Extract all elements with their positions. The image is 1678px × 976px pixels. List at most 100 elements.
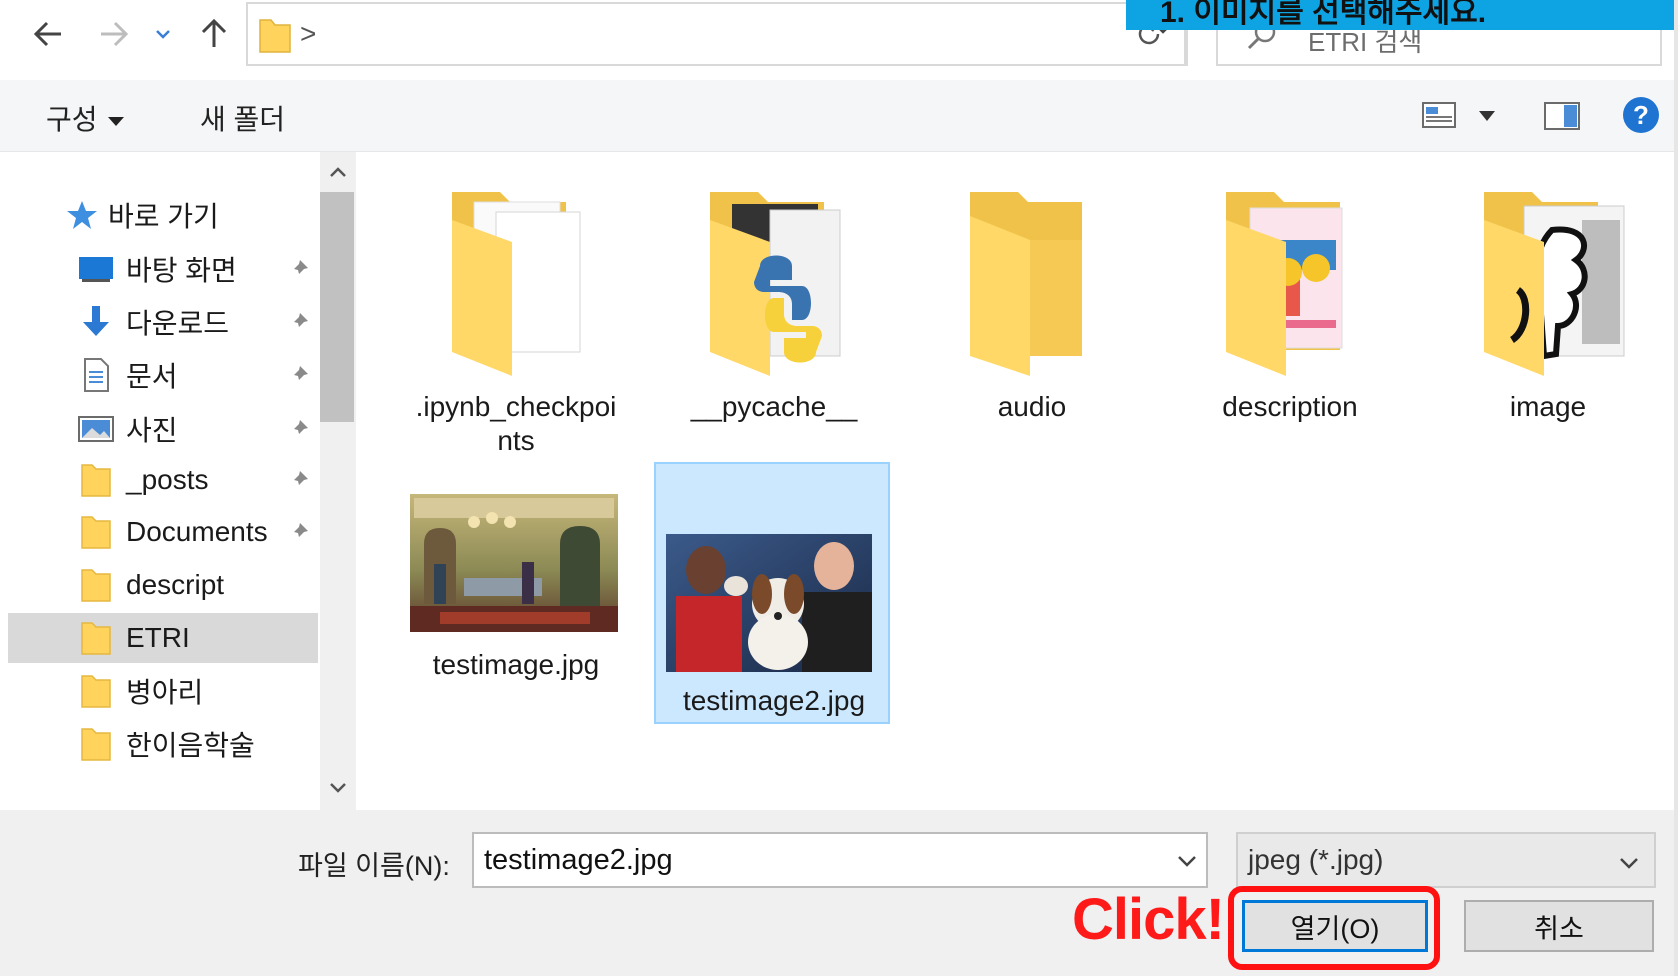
chevron-down-icon — [330, 783, 346, 793]
folder-with-images-icon — [1484, 192, 1625, 376]
file-item[interactable]: testimage.jpg — [398, 464, 634, 690]
folder-icon — [81, 675, 111, 708]
sidebar-item-label: _posts — [126, 464, 209, 495]
file-item[interactable]: audio — [914, 180, 1150, 430]
help-icon[interactable]: ? — [1622, 96, 1660, 134]
back-arrow-icon — [33, 21, 61, 47]
file-item[interactable]: __pycache__ — [656, 180, 892, 430]
instruction-banner: 1. 이미지를 선택해주세요. — [1126, 0, 1678, 30]
highlight-box — [1228, 886, 1440, 970]
cancel-button[interactable]: 취소 — [1464, 900, 1654, 952]
filetype-select[interactable]: jpeg (*.jpg) — [1236, 832, 1656, 888]
file-item[interactable]: description — [1172, 180, 1408, 430]
click-annotation-text: Click! — [1072, 887, 1225, 952]
up-button[interactable] — [194, 14, 234, 54]
scroll-down-button[interactable] — [326, 776, 350, 800]
view-dropdown-icon[interactable] — [1478, 110, 1496, 122]
sidebar-item-documents[interactable]: Documents — [0, 507, 318, 557]
sidebar-item-downloads[interactable]: 다운로드 — [0, 297, 318, 347]
organize-button[interactable]: 구성 — [46, 98, 124, 138]
forward-arrow-icon — [101, 21, 129, 47]
breadcrumb-separator[interactable]: > — [300, 18, 316, 50]
folder-icon — [81, 622, 111, 655]
folder-python-icon — [710, 192, 841, 376]
sidebar-scrollbar[interactable] — [320, 152, 356, 810]
folder-icon — [81, 569, 111, 602]
caret-down-icon — [107, 117, 124, 127]
desktop-icon — [79, 257, 113, 282]
file-view: .ipynb_checkpoi nts __pycache__ audio de… — [358, 152, 1678, 810]
sidebar-item-pictures[interactable]: 사진 — [0, 404, 318, 454]
new-folder-button[interactable]: 새 폴더 — [200, 98, 285, 138]
chevron-up-icon — [330, 167, 346, 177]
new-folder-label: 새 폴더 — [200, 104, 286, 135]
sidebar-item-chick[interactable]: 병아리 — [0, 666, 318, 716]
sidebar-item-label: descript — [126, 569, 225, 600]
sidebar-item-label: 다운로드 — [126, 308, 230, 339]
sidebar-item-etri[interactable]: ETRI — [8, 613, 318, 663]
filename-input[interactable]: testimage2.jpg — [472, 832, 1208, 888]
pin-icon[interactable] — [288, 418, 310, 440]
file-item-selected[interactable]: testimage2.jpg — [654, 462, 890, 724]
navigation-pane: 바로 가기 바탕 화면 다운로드 문서 사진 _posts Documents … — [0, 152, 358, 810]
pin-icon[interactable] — [288, 258, 310, 280]
view-options-icon[interactable] — [1422, 102, 1456, 128]
folder-icon — [259, 19, 291, 53]
pictures-icon — [78, 416, 114, 442]
chevron-down-icon — [156, 30, 170, 39]
back-button[interactable] — [28, 14, 68, 54]
download-icon — [83, 306, 109, 336]
image-thumbnail — [410, 494, 618, 632]
pin-icon[interactable] — [288, 311, 310, 333]
address-bar[interactable]: > — [246, 2, 1186, 66]
file-item[interactable]: image — [1430, 180, 1666, 430]
folder-icon — [81, 464, 111, 497]
preview-pane-icon[interactable] — [1544, 102, 1580, 130]
forward-button[interactable] — [94, 14, 134, 54]
folder-with-documents-icon — [452, 192, 581, 376]
file-name: description — [1222, 391, 1358, 422]
sidebar-item-hanium[interactable]: 한이음학술 — [0, 719, 318, 769]
file-name: testimage2.jpg — [682, 685, 866, 716]
file-name: testimage.jpg — [432, 649, 600, 680]
pin-icon[interactable] — [288, 521, 310, 543]
file-name-continued: nts — [497, 425, 535, 456]
star-icon — [67, 201, 97, 229]
scroll-up-button[interactable] — [326, 160, 350, 184]
recent-locations-button[interactable] — [148, 14, 178, 54]
chevron-down-icon — [1620, 858, 1638, 869]
scroll-thumb[interactable] — [320, 192, 354, 422]
file-name: .ipynb_checkpoi — [415, 391, 617, 422]
sidebar-item-label: ETRI — [126, 622, 190, 653]
address-row: > ETRI 검색 1. 이미지를 선택해주세요. — [0, 0, 1678, 80]
command-bar: 구성 새 폴더 ? — [0, 80, 1678, 152]
up-arrow-icon — [201, 19, 227, 47]
folder-icon — [81, 516, 111, 549]
sidebar-item-label: Documents — [126, 516, 268, 547]
file-item[interactable]: .ipynb_checkpoi nts — [398, 180, 634, 456]
sidebar-item-label: 한이음학술 — [126, 730, 255, 761]
filename-dropdown-icon[interactable] — [1176, 854, 1198, 868]
file-name: image — [1509, 391, 1587, 422]
sidebar-item-posts[interactable]: _posts — [0, 455, 318, 505]
image-thumbnail — [666, 534, 872, 672]
svg-text:?: ? — [1633, 100, 1649, 130]
organize-label: 구성 — [46, 104, 98, 135]
sidebar-item-desktop[interactable]: 바탕 화면 — [0, 244, 318, 294]
folder-icon — [81, 728, 111, 761]
pin-icon[interactable] — [288, 469, 310, 491]
pin-icon[interactable] — [288, 364, 310, 386]
window-right-edge — [1674, 0, 1678, 976]
filename-label: 파일 이름(N): — [298, 851, 450, 881]
sidebar-item-label: 사진 — [126, 415, 178, 446]
file-name: __pycache__ — [690, 391, 858, 422]
quick-access-header[interactable]: 바로 가기 — [66, 190, 219, 240]
sidebar-item-descript[interactable]: descript — [0, 560, 318, 610]
filetype-value: jpeg (*.jpg) — [1248, 844, 1384, 875]
quick-access-label: 바로 가기 — [108, 201, 219, 232]
document-icon — [84, 358, 109, 392]
sidebar-item-label: 병아리 — [126, 677, 204, 708]
folder-with-images-icon — [1226, 192, 1343, 376]
folder-icon — [970, 192, 1082, 376]
sidebar-item-documents-kr[interactable]: 문서 — [0, 350, 318, 400]
